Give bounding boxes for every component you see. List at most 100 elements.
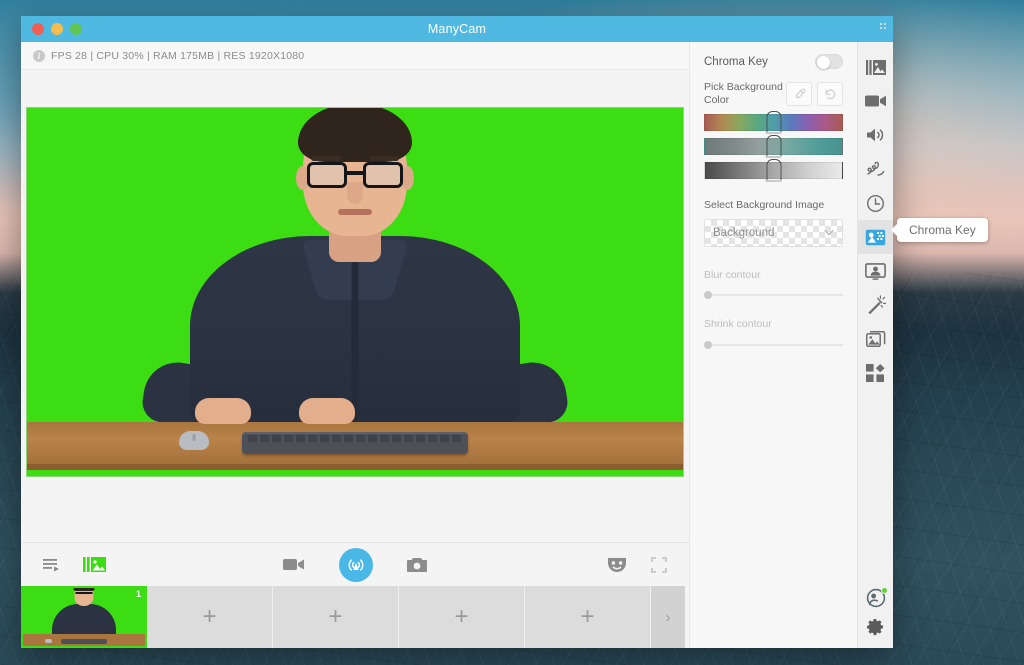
media-playlist-icon[interactable]: [858, 50, 894, 84]
thumbnail-badge: 1: [131, 588, 145, 600]
toolbar-center-group: [21, 547, 689, 582]
shrink-contour-handle[interactable]: [704, 340, 712, 349]
glasses-bridge: [347, 171, 363, 175]
thumbnail-add-slot[interactable]: +: [399, 586, 525, 648]
thumb-head: [73, 588, 95, 606]
apps-grid-icon[interactable]: [858, 356, 894, 390]
chroma-key-row: Chroma Key: [704, 54, 843, 69]
feature-icon-rail: [857, 42, 893, 648]
desk-edge: [27, 464, 683, 470]
video-column: i FPS 28 | CPU 30% | RAM 175MB | RES 192…: [21, 42, 689, 648]
playlist-icon[interactable]: [43, 557, 61, 573]
camera-snapshot-icon[interactable]: [407, 557, 427, 573]
clock-icon[interactable]: [858, 186, 894, 220]
plus-icon: +: [454, 603, 469, 630]
video-preview[interactable]: [26, 107, 684, 477]
video-stage: [21, 70, 689, 542]
nose: [347, 182, 363, 204]
chroma-key-tooltip: Chroma Key: [897, 218, 988, 242]
chroma-key-label: Chroma Key: [704, 55, 768, 68]
plus-icon: +: [580, 603, 595, 630]
toolbar-left-group: [43, 556, 107, 573]
video-camera-icon[interactable]: [283, 557, 305, 572]
hue-slider[interactable]: [704, 111, 843, 134]
pick-background-color-row: Pick Background Color: [704, 81, 843, 107]
thumbnail-active[interactable]: 1: [21, 586, 147, 648]
blur-contour-slider[interactable]: [704, 291, 843, 300]
online-status-dot: [880, 587, 888, 594]
status-text: FPS 28 | CPU 30% | RAM 175MB | RES 1920X…: [51, 49, 305, 62]
gallery-icon[interactable]: [858, 322, 894, 356]
blur-contour-label: Blur contour: [704, 269, 761, 282]
shrink-contour-slider[interactable]: [704, 340, 843, 349]
pick-color-buttons: [786, 82, 843, 107]
chevron-down-icon: [824, 227, 834, 239]
computer-mouse: [179, 431, 209, 450]
eyedropper-icon[interactable]: [786, 82, 812, 107]
blur-contour-handle[interactable]: [704, 291, 712, 300]
magic-wand-icon[interactable]: [858, 288, 894, 322]
hair: [298, 108, 412, 162]
shrink-contour-label: Shrink contour: [704, 318, 772, 331]
chroma-key-panel: Chroma Key Pick Background Color Select …: [689, 22, 887, 648]
eyebrow-right: [369, 156, 399, 161]
plus-icon: +: [202, 603, 217, 630]
thumbnail-next-button[interactable]: ›: [651, 586, 685, 648]
chroma-key-icon[interactable]: [857, 220, 893, 254]
panel-grip-icon: [879, 22, 887, 30]
info-icon: i: [33, 49, 45, 62]
mask-effects-icon[interactable]: [607, 556, 627, 573]
window-body: i FPS 28 | CPU 30% | RAM 175MB | RES 192…: [21, 22, 893, 648]
rail-bottom-group: [866, 587, 888, 648]
account-icon[interactable]: [866, 587, 888, 608]
reset-icon[interactable]: [817, 82, 843, 107]
video-camera-icon[interactable]: [858, 84, 894, 118]
gear-icon[interactable]: [866, 618, 885, 636]
presenter-icon[interactable]: [858, 254, 894, 288]
background-image-dropdown[interactable]: Background: [704, 219, 843, 248]
background-dropdown-value: Background: [713, 227, 775, 240]
mouth: [338, 209, 372, 215]
scene-thumbnail-strip: 1 + + + + ›: [21, 586, 689, 648]
thumb-hair: [73, 588, 95, 591]
tooltip-text: Chroma Key: [909, 223, 976, 237]
status-bar: i FPS 28 | CPU 30% | RAM 175MB | RES 192…: [21, 42, 689, 70]
blur-contour-group: Blur contour: [704, 269, 843, 300]
chroma-key-toggle[interactable]: [815, 54, 843, 69]
keyboard: [242, 432, 468, 454]
fullscreen-icon[interactable]: [651, 556, 667, 573]
shirt-placket: [351, 262, 359, 422]
hand-right: [299, 398, 355, 424]
media-layers-icon[interactable]: [83, 556, 107, 573]
plus-icon: +: [328, 603, 343, 630]
thumb-keyboard: [61, 639, 107, 644]
window-title: ManyCam: [427, 22, 487, 36]
saturation-slider[interactable]: [704, 135, 843, 158]
broadcast-button[interactable]: [339, 547, 373, 582]
thumbnail-add-slot[interactable]: +: [525, 586, 651, 648]
shrink-contour-group: Shrink contour: [704, 318, 843, 349]
lens-right: [363, 162, 403, 188]
title-bar[interactable]: ManyCam: [21, 16, 893, 42]
toggle-knob: [817, 56, 830, 69]
desktop-wallpaper: ManyCam i FPS 28 | CPU 30% | RAM 175MB |…: [0, 0, 1024, 665]
thumb-glasses: [75, 592, 93, 597]
manycam-window: ManyCam i FPS 28 | CPU 30% | RAM 175MB |…: [21, 16, 893, 648]
lightness-slider[interactable]: [704, 159, 843, 182]
lightness-slider-handle[interactable]: [765, 159, 782, 182]
eyebrow-left: [311, 156, 341, 161]
hand-left: [195, 398, 251, 424]
person-subject: [139, 108, 571, 433]
hue-slider-handle[interactable]: [765, 111, 782, 134]
thumbnail-add-slot[interactable]: +: [147, 586, 273, 648]
torso: [190, 236, 520, 422]
head: [296, 108, 414, 236]
thumbnail-preview: [23, 588, 145, 646]
speaker-icon[interactable]: [858, 118, 894, 152]
saturation-slider-handle[interactable]: [765, 135, 782, 158]
draw-icon[interactable]: [858, 152, 894, 186]
pick-background-color-label: Pick Background Color: [704, 81, 783, 107]
thumb-torso: [52, 604, 116, 636]
select-background-image-label: Select Background Image: [704, 199, 825, 212]
thumbnail-add-slot[interactable]: +: [273, 586, 399, 648]
